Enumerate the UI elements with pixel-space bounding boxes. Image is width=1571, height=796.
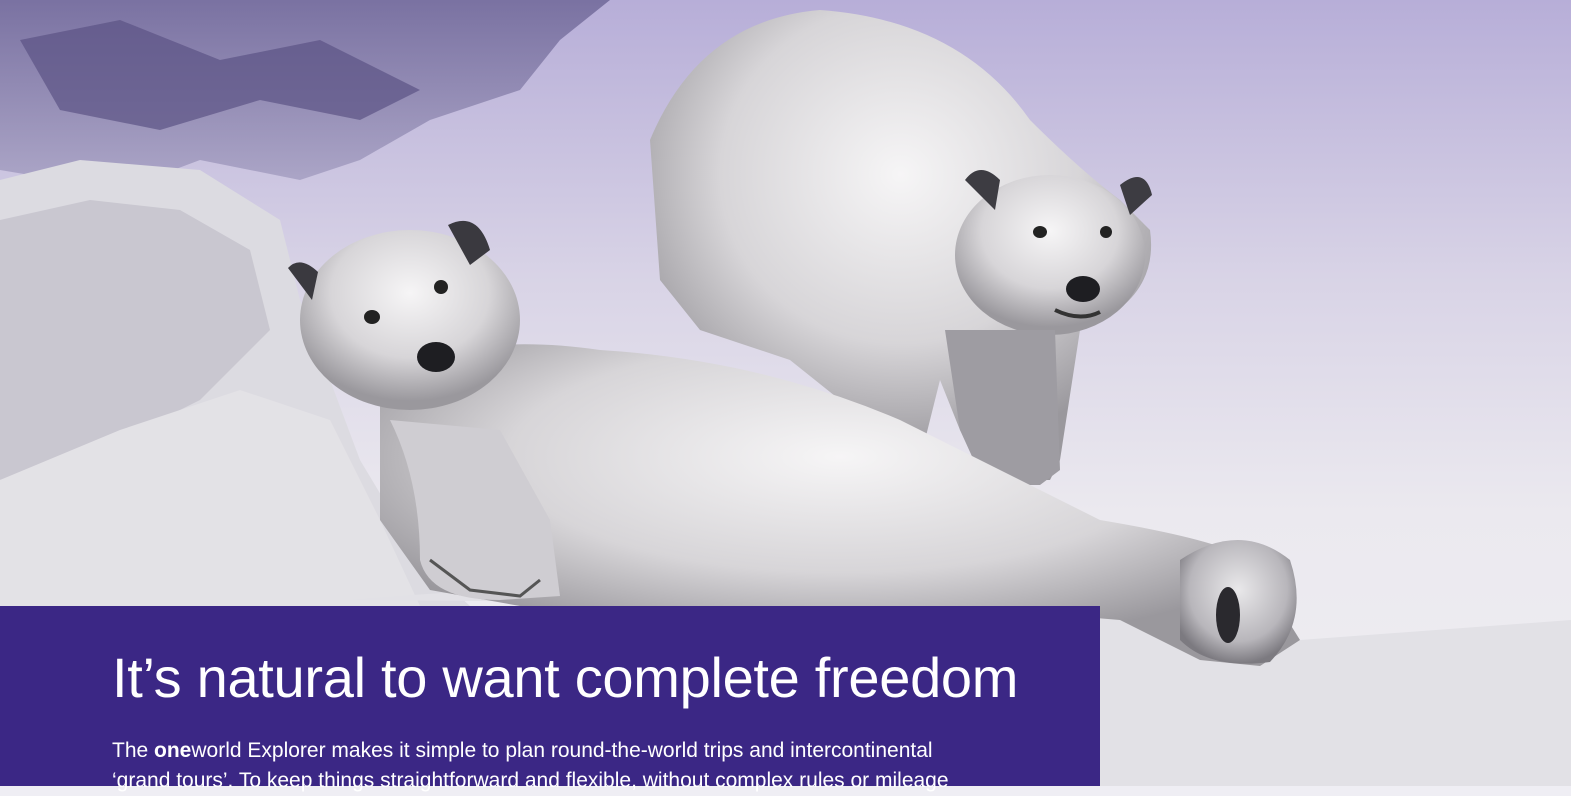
body-intro: The	[112, 739, 155, 762]
promo-body: The oneworld Explorer makes it simple to…	[112, 736, 1042, 796]
promo-headline: It’s natural to want complete freedom	[112, 646, 1019, 709]
body-line2: ‘grand tours’. To keep things straightfo…	[112, 769, 949, 792]
brand-name-bold: one	[154, 739, 192, 762]
brand-name-regular: world	[191, 739, 242, 762]
body-line1-rest: Explorer makes it simple to plan round-t…	[241, 739, 933, 762]
